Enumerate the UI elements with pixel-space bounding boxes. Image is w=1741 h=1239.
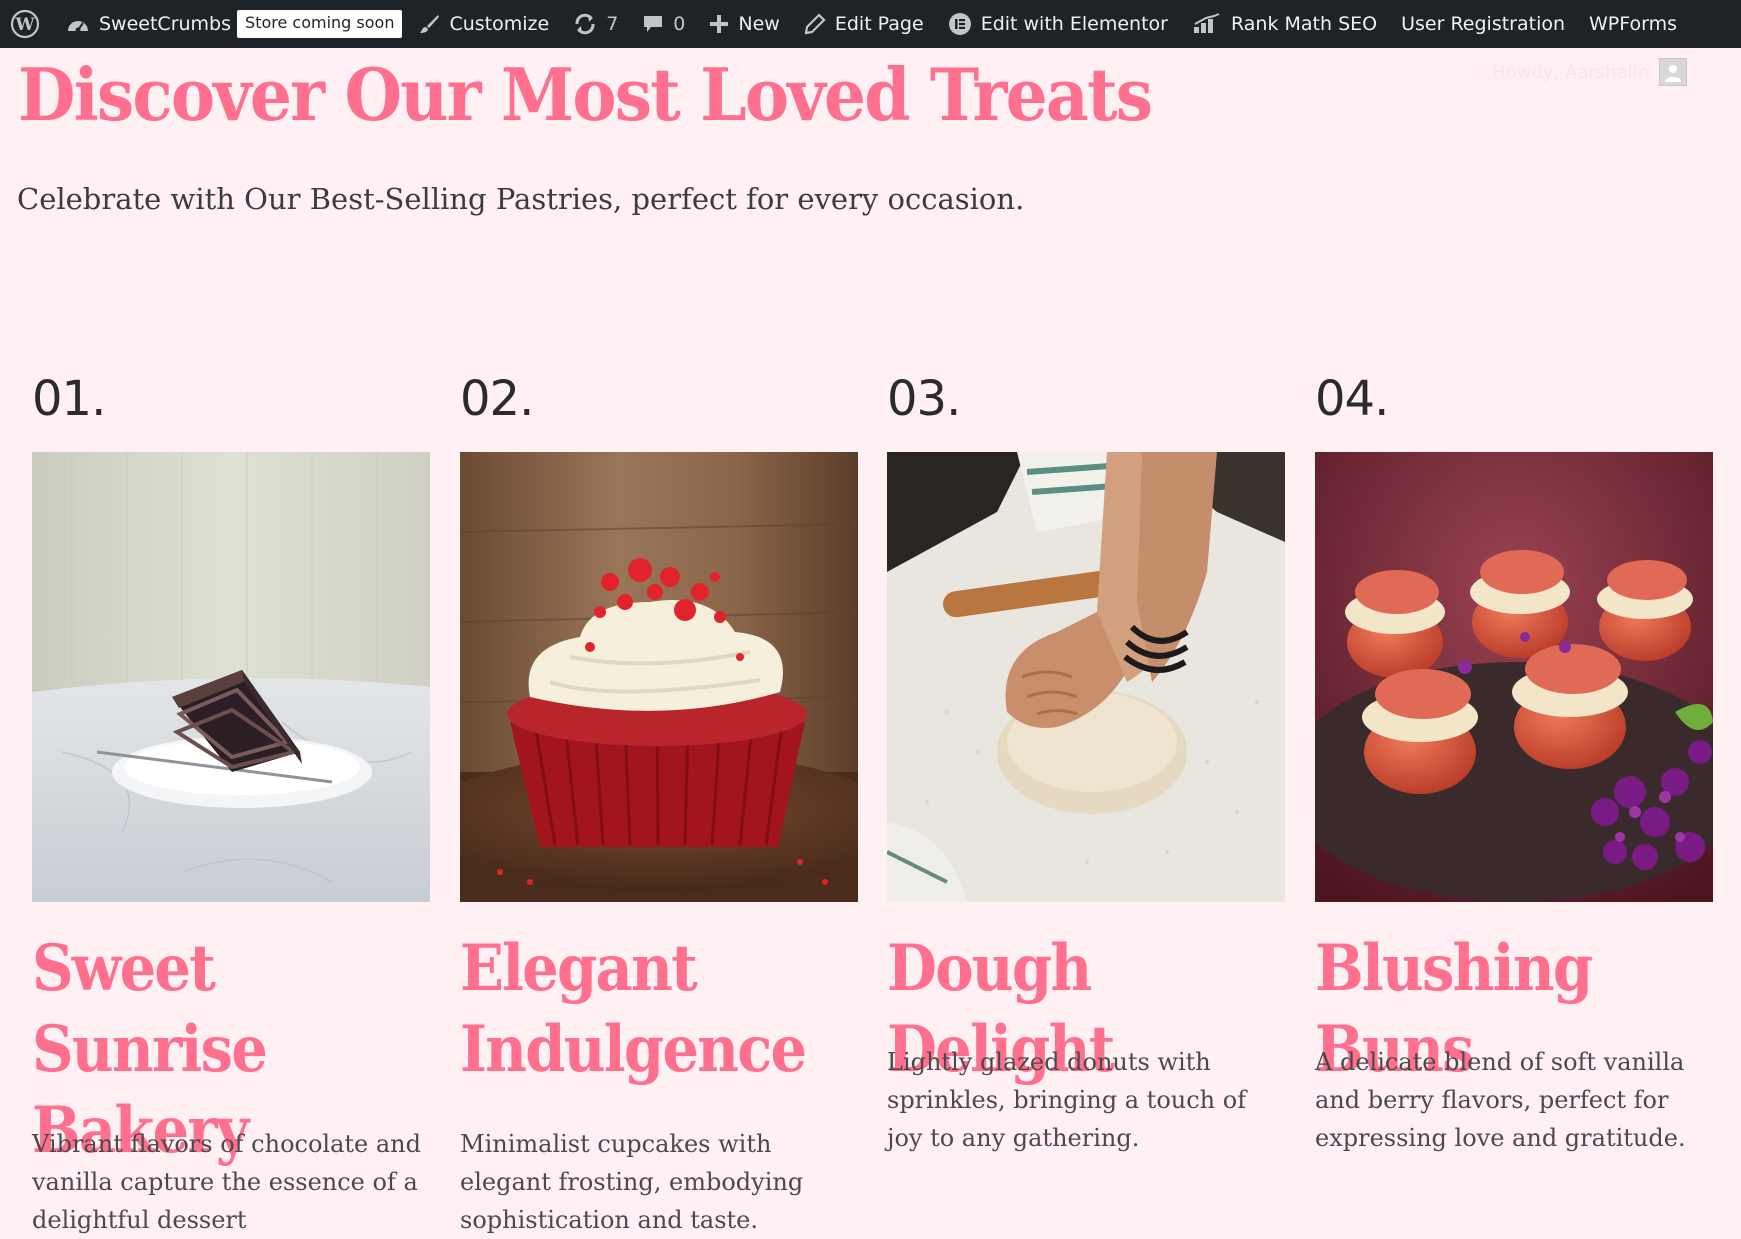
howdy-label: Howdy, Aarshalin xyxy=(1492,61,1649,83)
edit-page-label: Edit Page xyxy=(834,13,924,35)
page-title: Discover Our Most Loved Treats xyxy=(18,52,1153,137)
chocolate-cake-image xyxy=(32,452,430,902)
updates-button[interactable]: 7 xyxy=(561,0,630,48)
updates-count: 7 xyxy=(606,13,619,35)
elementor-icon xyxy=(948,12,972,36)
wpforms-label: WPForms xyxy=(1589,13,1678,35)
card-description: Vibrant flavors of chocolate and vanilla… xyxy=(32,1130,421,1234)
product-card-4: 04. Blushing Buns A delicate blend of so… xyxy=(1315,368,1713,1152)
comments-button[interactable]: 0 xyxy=(630,0,697,48)
site-name-menu[interactable]: SweetCrumbs xyxy=(54,0,237,48)
card-number: 02. xyxy=(460,371,534,427)
my-account-menu[interactable]: Howdy, Aarshalin xyxy=(1492,58,1687,86)
dashboard-icon xyxy=(66,13,90,35)
rank-math-seo-menu[interactable]: Rank Math SEO xyxy=(1180,0,1389,48)
edit-elementor-label: Edit with Elementor xyxy=(980,13,1168,35)
card-number: 01. xyxy=(32,371,106,427)
avatar xyxy=(1659,58,1687,86)
page-subtitle: Celebrate with Our Best-Selling Pastries… xyxy=(17,182,1025,216)
kneading-dough-image xyxy=(887,452,1285,902)
svg-text:W: W xyxy=(14,15,35,35)
card-title: Elegant Indulgence xyxy=(460,931,807,1087)
product-card-2: 02. Elegant Indulgence Minimalist cupcak… xyxy=(460,368,858,1234)
rank-math-label: Rank Math SEO xyxy=(1230,13,1378,35)
edit-with-elementor-button[interactable]: Edit with Elementor xyxy=(936,0,1180,48)
product-card-1: 01. Sweet Sunrise Bakery Vibrant flavors… xyxy=(32,368,430,1234)
admin-bar: W SweetCrumbs Store coming soon Customiz… xyxy=(0,0,1741,48)
user-registration-menu[interactable]: User Registration xyxy=(1389,0,1577,48)
wpforms-menu[interactable]: WPForms xyxy=(1577,0,1689,48)
comments-count: 0 xyxy=(673,13,686,35)
customize-button[interactable]: Customize xyxy=(406,0,561,48)
customize-label: Customize xyxy=(449,13,550,35)
new-label: New xyxy=(738,13,780,35)
card-description: A delicate blend of soft vanilla and ber… xyxy=(1315,1048,1686,1152)
refresh-icon xyxy=(573,12,597,36)
paintbrush-icon xyxy=(418,13,440,35)
plus-icon xyxy=(709,14,729,34)
product-card-3: 03. Dough Delight Lightly glazed donuts … xyxy=(887,368,1285,1152)
pencil-icon xyxy=(804,13,826,35)
red-velvet-cupcake-image xyxy=(460,452,858,902)
card-description: Minimalist cupcakes with elegant frostin… xyxy=(460,1130,804,1234)
cream-buns-image xyxy=(1315,452,1713,902)
card-number: 03. xyxy=(887,371,961,427)
new-content-button[interactable]: New xyxy=(697,0,791,48)
store-status-badge[interactable]: Store coming soon xyxy=(237,10,403,38)
site-name: SweetCrumbs xyxy=(99,13,232,35)
wordpress-logo-button[interactable]: W xyxy=(0,0,54,48)
wordpress-icon: W xyxy=(10,9,40,39)
card-description: Lightly glazed donuts with sprinkles, br… xyxy=(887,1048,1247,1152)
card-number: 04. xyxy=(1315,371,1389,427)
user-registration-label: User Registration xyxy=(1401,13,1566,35)
rank-math-icon xyxy=(1192,13,1222,35)
comment-bubble-icon xyxy=(642,13,664,35)
edit-page-button[interactable]: Edit Page xyxy=(792,0,936,48)
